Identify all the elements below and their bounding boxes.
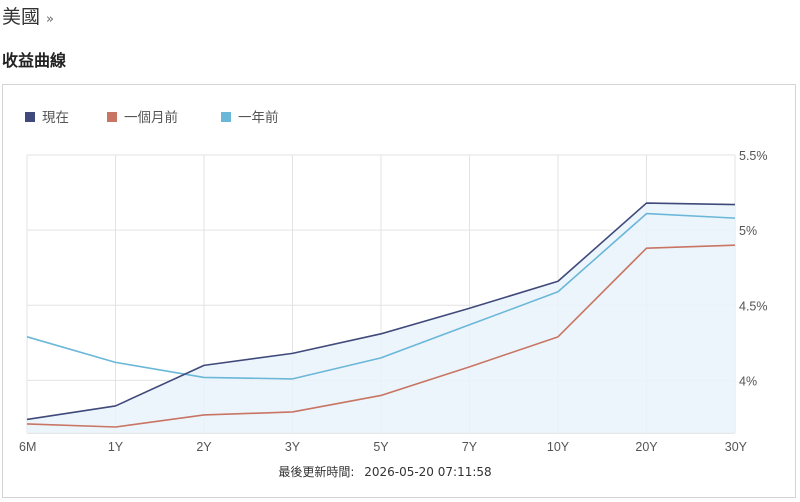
chart-legend: 現在 一個月前 一年前: [25, 109, 279, 126]
last-updated-label: 最後更新時間:: [278, 464, 354, 479]
x-tick-label: 1Y: [108, 440, 124, 454]
legend-swatch: [25, 112, 35, 122]
legend-label: 一年前: [238, 109, 279, 126]
x-tick-label: 3Y: [285, 440, 301, 454]
yield-curve-chart: 現在 一個月前 一年前 6M 1Y 2Y 3Y 5Y 7Y 10Y 20Y 30Y 4% 4.5% 5%…: [2, 84, 796, 498]
more-chevron-icon[interactable]: »: [46, 12, 54, 27]
x-tick-label: 10Y: [547, 440, 570, 454]
x-tick-label: 6M: [19, 440, 36, 454]
last-updated-timestamp: 2026-05-20 07:11:58: [364, 465, 491, 479]
last-updated: 最後更新時間: 2026-05-20 07:11:58: [278, 464, 491, 479]
region-title[interactable]: 美國 »: [2, 2, 54, 29]
x-tick-label: 20Y: [635, 440, 658, 454]
legend-label: 一個月前: [124, 109, 178, 126]
chart-svg: 現在 一個月前 一年前 6M 1Y 2Y 3Y 5Y 7Y 10Y 20Y 30Y 4% 4.5% 5%…: [19, 109, 768, 479]
section-title: 收益曲線: [2, 51, 67, 70]
region-name[interactable]: 美國: [2, 2, 40, 29]
legend-label: 現在: [42, 110, 69, 126]
x-tick-label: 30Y: [725, 440, 748, 454]
legend-item[interactable]: 一個月前: [107, 109, 178, 126]
legend-swatch: [221, 112, 231, 122]
x-tick-label: 2Y: [196, 440, 212, 454]
x-tick-label: 7Y: [462, 440, 478, 454]
legend-swatch: [107, 112, 117, 122]
y-tick-label: 4.5%: [739, 299, 768, 313]
y-axis-ticks: 4% 4.5% 5% 5.5%: [739, 149, 768, 388]
y-tick-label: 4%: [739, 374, 757, 388]
y-tick-label: 5.5%: [739, 149, 768, 163]
legend-item[interactable]: 現在: [25, 110, 69, 126]
y-tick-label: 5%: [739, 224, 757, 238]
legend-item[interactable]: 一年前: [221, 109, 279, 126]
x-tick-label: 5Y: [373, 440, 389, 454]
x-axis-ticks: 6M 1Y 2Y 3Y 5Y 7Y 10Y 20Y 30Y: [19, 440, 748, 454]
